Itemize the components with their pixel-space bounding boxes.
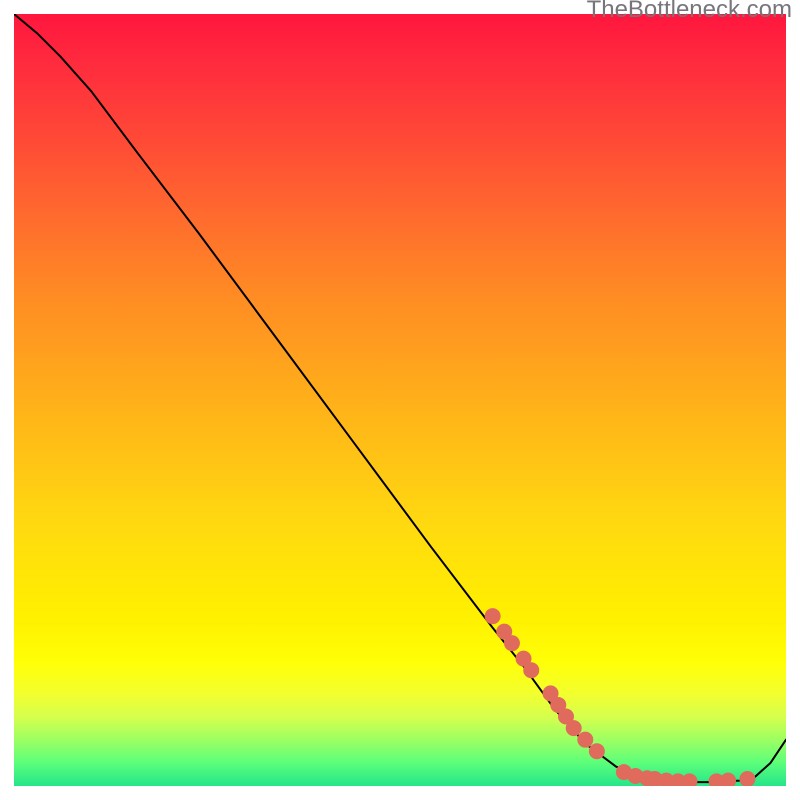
gradient-plot-area	[14, 14, 786, 786]
watermark-text: TheBottleneck.com	[587, 0, 792, 24]
